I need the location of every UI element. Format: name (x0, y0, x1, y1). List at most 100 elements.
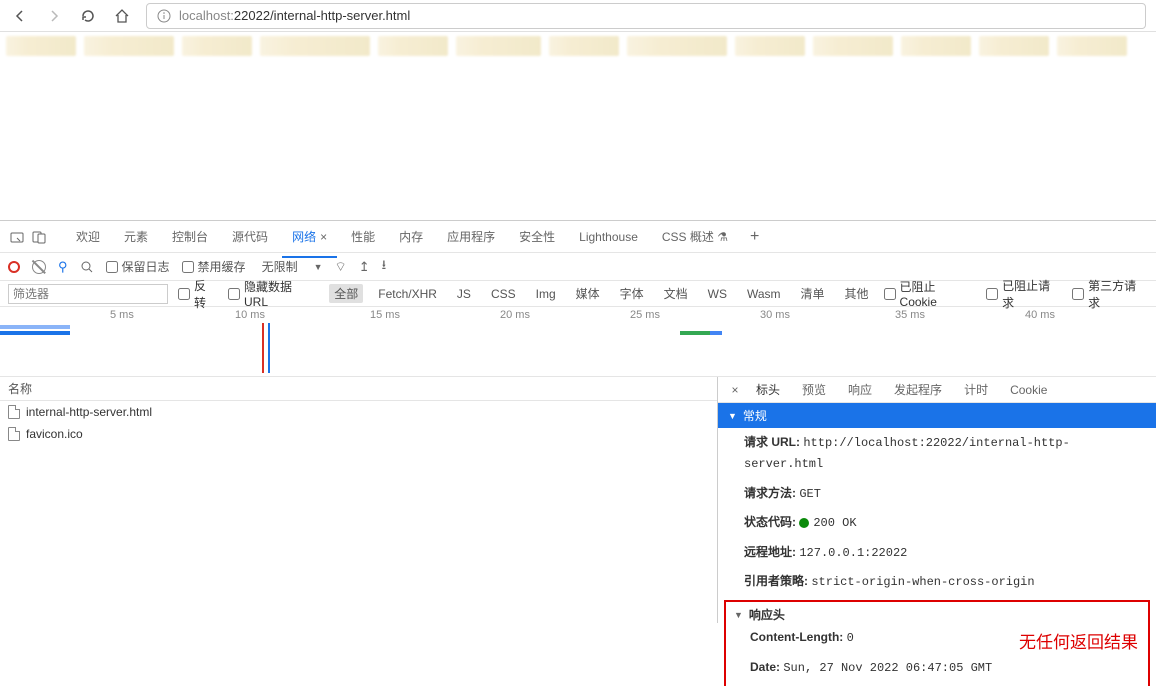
dtab-response[interactable]: 响应 (838, 377, 882, 402)
filter-icon[interactable]: ⚲ (58, 259, 68, 275)
disable-cache-checkbox[interactable]: 禁用缓存 (182, 258, 246, 275)
device-icon[interactable] (30, 228, 48, 246)
filter-font[interactable]: 字体 (615, 284, 649, 303)
blocked-cookie-checkbox[interactable]: 已阻止 Cookie (884, 278, 977, 309)
tab-sources[interactable]: 源代码 (222, 222, 278, 251)
tab-console[interactable]: 控制台 (162, 222, 218, 251)
filter-row: 反转 隐藏数据 URL 全部 Fetch/XHR JS CSS Img 媒体 字… (0, 281, 1156, 307)
home-button[interactable] (112, 6, 132, 26)
tab-application[interactable]: 应用程序 (437, 222, 505, 251)
tab-security[interactable]: 安全性 (509, 222, 565, 251)
status-dot-icon (799, 518, 809, 528)
document-icon (8, 427, 20, 441)
record-button[interactable] (8, 261, 20, 273)
request-row[interactable]: internal-http-server.html (0, 401, 717, 423)
browser-toolbar: localhost:22022/internal-http-server.htm… (0, 0, 1156, 32)
upload-icon[interactable]: ↥ (359, 259, 370, 275)
dtab-preview[interactable]: 预览 (792, 377, 836, 402)
timeline-bar (0, 331, 70, 335)
tab-memory[interactable]: 内存 (389, 222, 433, 251)
filter-wasm[interactable]: Wasm (742, 286, 786, 302)
thirdparty-checkbox[interactable]: 第三方请求 (1072, 277, 1148, 311)
request-row[interactable]: favicon.ico (0, 423, 717, 445)
dtab-headers[interactable]: 标头 (746, 377, 790, 402)
tab-elements[interactable]: 元素 (114, 222, 158, 251)
request-name: favicon.ico (26, 427, 83, 441)
preserve-log-checkbox[interactable]: 保留日志 (106, 258, 170, 275)
throttle-select[interactable]: 无限制 (258, 256, 302, 277)
close-details-button[interactable]: × (726, 383, 744, 397)
timeline[interactable]: 5 ms 10 ms 15 ms 20 ms 25 ms 30 ms 35 ms… (0, 307, 1156, 377)
add-tab-button[interactable]: + (750, 228, 759, 246)
requests-panel: 名称 internal-http-server.html favicon.ico (0, 377, 718, 623)
dtab-cookies[interactable]: Cookie (1000, 379, 1057, 401)
chevron-down-icon: ▼ (734, 610, 743, 620)
tab-cssoverview[interactable]: CSS 概述 ⚗ (652, 222, 738, 251)
filter-css[interactable]: CSS (486, 286, 521, 302)
kv-referrer: 引用者策略: strict-origin-when-cross-origin (718, 567, 1156, 596)
kv-remote: 远程地址: 127.0.0.1:22022 (718, 538, 1156, 567)
tab-network[interactable]: 网络× (282, 222, 337, 251)
timeline-marker (262, 323, 264, 373)
tick-35ms: 35 ms (895, 309, 925, 321)
annotation-text: 无任何返回结果 (1019, 628, 1138, 653)
tick-25ms: 25 ms (630, 309, 660, 321)
clear-button[interactable] (32, 260, 46, 274)
inspect-icon[interactable] (8, 228, 26, 246)
address-bar[interactable]: localhost:22022/internal-http-server.htm… (146, 3, 1146, 29)
invert-checkbox[interactable]: 反转 (178, 277, 218, 311)
back-button[interactable] (10, 6, 30, 26)
network-toolbar: ⚲ 保留日志 禁用缓存 无限制 ▼ ⌔ ↥ ⭳ (0, 253, 1156, 281)
timeline-bar (710, 331, 722, 335)
devtools-tabs: 欢迎 元素 控制台 源代码 网络× 性能 内存 应用程序 安全性 Lightho… (0, 221, 1156, 253)
info-icon (157, 9, 171, 23)
tab-welcome[interactable]: 欢迎 (66, 222, 110, 251)
reload-button[interactable] (78, 6, 98, 26)
document-icon (8, 405, 20, 419)
url-text: localhost:22022/internal-http-server.htm… (179, 8, 410, 23)
flask-icon: ⚗ (717, 230, 728, 244)
filter-ws[interactable]: WS (703, 286, 732, 302)
filter-doc[interactable]: 文档 (659, 284, 693, 303)
chevron-down-icon[interactable]: ▼ (314, 262, 323, 272)
bookmarks-bar (0, 32, 1156, 60)
filter-input[interactable] (8, 284, 168, 304)
devtools: 欢迎 元素 控制台 源代码 网络× 性能 内存 应用程序 安全性 Lightho… (0, 220, 1156, 623)
tick-20ms: 20 ms (500, 309, 530, 321)
tick-15ms: 15 ms (370, 309, 400, 321)
response-headers-section: ▼响应头 Content-Length: 0 Date: Sun, 27 Nov… (724, 600, 1150, 686)
tick-10ms: 10 ms (235, 309, 265, 321)
tab-lighthouse[interactable]: Lighthouse (569, 224, 648, 250)
request-name: internal-http-server.html (26, 405, 152, 419)
tick-30ms: 30 ms (760, 309, 790, 321)
dtab-timing[interactable]: 计时 (954, 377, 998, 402)
kv-method: 请求方法: GET (718, 479, 1156, 508)
tick-5ms: 5 ms (110, 309, 134, 321)
kv-status: 状态代码: 200 OK (718, 508, 1156, 537)
forward-button[interactable] (44, 6, 64, 26)
kv-url: 请求 URL: http://localhost:22022/internal-… (718, 428, 1156, 479)
close-icon[interactable]: × (320, 230, 327, 244)
timeline-bar (680, 331, 710, 335)
filter-fetch[interactable]: Fetch/XHR (373, 286, 442, 302)
download-icon[interactable]: ⭳ (382, 256, 387, 278)
wifi-icon[interactable]: ⌔ (335, 259, 347, 275)
tab-performance[interactable]: 性能 (341, 222, 385, 251)
filter-other[interactable]: 其他 (840, 284, 874, 303)
filter-media[interactable]: 媒体 (571, 284, 605, 303)
filter-img[interactable]: Img (531, 286, 561, 302)
filter-js[interactable]: JS (452, 286, 476, 302)
filter-all[interactable]: 全部 (329, 284, 363, 303)
details-panel: × 标头 预览 响应 发起程序 计时 Cookie ▼常规 请求 URL: ht… (718, 377, 1156, 623)
blocked-req-checkbox[interactable]: 已阻止请求 (986, 277, 1062, 311)
timeline-bar (0, 325, 70, 329)
dtab-initiator[interactable]: 发起程序 (884, 377, 952, 402)
kv-date: Date: Sun, 27 Nov 2022 06:47:05 GMT (734, 653, 1140, 682)
response-headers-header[interactable]: ▼响应头 (734, 606, 1140, 623)
column-name[interactable]: 名称 (0, 377, 717, 401)
filter-manifest[interactable]: 清单 (796, 284, 830, 303)
chevron-down-icon: ▼ (728, 411, 737, 421)
search-icon[interactable] (80, 260, 94, 274)
page-content (0, 60, 1156, 220)
hide-data-checkbox[interactable]: 隐藏数据 URL (228, 278, 319, 309)
